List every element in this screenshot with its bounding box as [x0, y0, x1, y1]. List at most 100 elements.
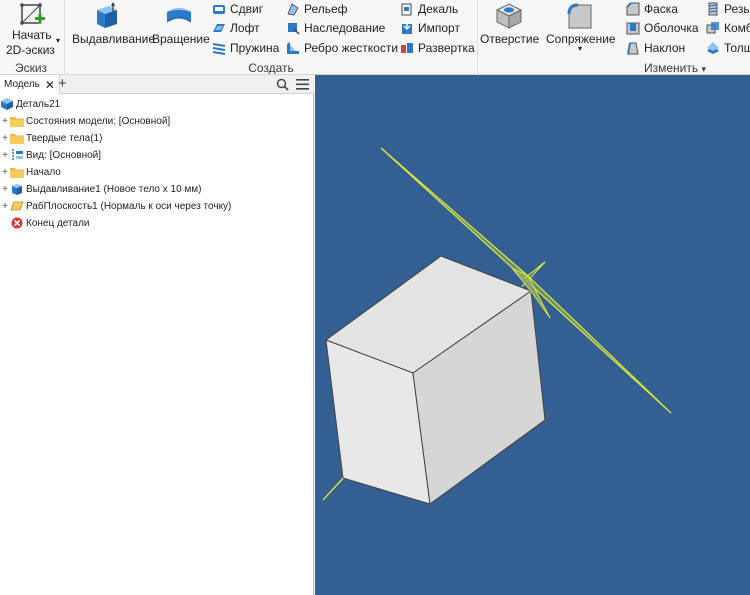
tab-model-label: Модель — [4, 79, 40, 90]
import-button[interactable]: Импорт — [400, 20, 460, 36]
decal-button[interactable]: Декаль — [400, 1, 458, 17]
coil-button[interactable]: Пружина — [212, 40, 279, 56]
thicken-label: Толщ — [724, 41, 750, 55]
tree-item-solid-bodies[interactable]: + Твердые тела(1) — [0, 130, 102, 146]
draft-label: Наклон — [644, 41, 686, 55]
start-sketch-icon — [20, 3, 45, 25]
fillet-dropdown-icon[interactable]: ▾ — [578, 44, 582, 53]
close-icon[interactable]: ✕ — [45, 79, 55, 91]
fillet-icon — [567, 3, 592, 29]
work-axis-front — [524, 261, 546, 279]
emboss-label: Рельеф — [304, 2, 348, 16]
tab-model[interactable]: Модель ✕ — [0, 75, 60, 94]
expand-icon[interactable]: + — [0, 201, 10, 212]
search-icon[interactable] — [276, 78, 289, 91]
chamfer-label: Фаска — [644, 2, 678, 16]
tree-item-end-of-part[interactable]: Конец детали — [0, 215, 90, 231]
rib-button[interactable]: Ребро жесткости — [286, 40, 398, 56]
draft-button[interactable]: Наклон — [626, 40, 685, 56]
shell-label: Оболочка — [644, 21, 699, 35]
draft-icon — [627, 42, 639, 55]
tree-root-item[interactable]: Деталь21 — [0, 96, 60, 112]
hole-icon — [495, 3, 523, 29]
modify-dropdown-icon[interactable]: ▾ — [701, 64, 706, 74]
panel-divider — [64, 0, 65, 74]
create-panel-label: Создать — [248, 61, 294, 75]
modify-panel-label[interactable]: Изменить ▾ — [600, 61, 750, 74]
hole-button[interactable]: Отверстие — [480, 0, 540, 58]
start-2d-sketch-button[interactable]: Начать 2D-эскиз ▾ — [0, 0, 62, 60]
rib-icon — [287, 42, 299, 54]
extrude-icon — [12, 184, 22, 195]
derive-button[interactable]: Наследование — [286, 20, 385, 36]
tree-item-label: Состояния модели: [Основной] — [26, 115, 171, 127]
thicken-button[interactable]: Толщ — [706, 40, 750, 56]
tree-item-origin[interactable]: + Начало — [0, 164, 61, 180]
chamfer-icon — [626, 2, 640, 16]
end-of-part-icon — [11, 217, 23, 229]
menu-icon[interactable] — [296, 79, 309, 90]
sketch-panel-label: Эскиз — [14, 61, 48, 75]
shell-button[interactable]: Оболочка — [626, 20, 699, 36]
tree-root-label: Деталь21 — [16, 98, 61, 110]
derive-icon — [288, 23, 300, 35]
folder-icon — [10, 168, 24, 178]
tree-item-label: Выдавливание1 (Новое тело x 10 мм) — [26, 183, 202, 195]
folder-icon — [10, 117, 24, 127]
start-sketch-label-1: Начать — [12, 28, 52, 42]
ribbon: Начать 2D-эскиз ▾ Эскиз Выдавливание Вра… — [0, 0, 750, 75]
extrude-icon — [97, 2, 117, 28]
expand-icon[interactable]: + — [0, 184, 10, 195]
thread-button[interactable]: Резьба — [706, 1, 750, 17]
tree-item-label: Вид: [Основной] — [26, 149, 102, 161]
revolve-icon — [166, 8, 192, 23]
combine-button[interactable]: Комби — [706, 20, 750, 36]
thread-icon — [708, 2, 718, 16]
add-tab-icon[interactable]: + — [58, 75, 67, 93]
import-label: Импорт — [418, 21, 460, 35]
coil-icon — [212, 43, 226, 55]
shell-icon — [626, 22, 640, 35]
chamfer-button[interactable]: Фаска — [626, 1, 678, 17]
combine-icon — [706, 22, 719, 34]
unwrap-button[interactable]: Развертка — [400, 40, 475, 56]
tree-item-view[interactable]: + Вид: [Основной] — [0, 147, 101, 163]
emboss-icon — [287, 3, 299, 16]
hole-label: Отверстие — [480, 32, 540, 46]
tree-item-model-states[interactable]: + Состояния модели: [Основной] — [0, 113, 170, 129]
model-browser: Модель ✕ + Деталь21 + Состояния модели: … — [0, 75, 314, 595]
tree-item-workplane[interactable]: + РабПлоскость1 (Нормаль к оси через точ… — [0, 198, 231, 214]
tree-item-label: РабПлоскость1 (Нормаль к оси через точку… — [26, 200, 232, 212]
sweep-button[interactable]: Сдвиг — [212, 1, 263, 17]
tree-item-label: Начало — [26, 166, 61, 178]
graphics-viewport[interactable] — [315, 75, 750, 595]
start-sketch-label-2: 2D-эскиз — [6, 43, 55, 57]
loft-icon — [213, 24, 225, 32]
revolve-button[interactable]: Вращение — [150, 0, 210, 58]
coil-label: Пружина — [230, 41, 280, 55]
thread-label: Резьба — [724, 2, 750, 16]
part-icon — [1, 98, 13, 110]
sweep-label: Сдвиг — [230, 2, 264, 16]
dropdown-arrow-icon[interactable]: ▾ — [56, 36, 60, 45]
revolve-label: Вращение — [152, 32, 210, 46]
expand-icon[interactable]: + — [0, 167, 10, 178]
unwrap-icon — [401, 43, 413, 53]
fillet-button[interactable]: Сопряжение ▾ — [544, 0, 616, 58]
decal-icon — [401, 3, 412, 16]
import-icon — [402, 22, 412, 34]
expand-icon[interactable]: + — [0, 116, 10, 127]
model-scene[interactable] — [315, 75, 750, 595]
workplane-icon — [10, 201, 24, 211]
tree-item-label: Конец детали — [26, 217, 90, 229]
loft-label: Лофт — [230, 21, 260, 35]
expand-icon[interactable]: + — [0, 150, 10, 161]
panel-divider — [477, 0, 478, 74]
emboss-button[interactable]: Рельеф — [286, 1, 348, 17]
tree-item-label: Твердые тела(1) — [26, 132, 103, 144]
extrude-button[interactable]: Выдавливание — [68, 0, 155, 58]
tree-item-extrusion[interactable]: + Выдавливание1 (Новое тело x 10 мм) — [0, 181, 202, 197]
extrude-label: Выдавливание — [72, 32, 156, 46]
expand-icon[interactable]: + — [0, 133, 10, 144]
loft-button[interactable]: Лофт — [212, 20, 260, 36]
